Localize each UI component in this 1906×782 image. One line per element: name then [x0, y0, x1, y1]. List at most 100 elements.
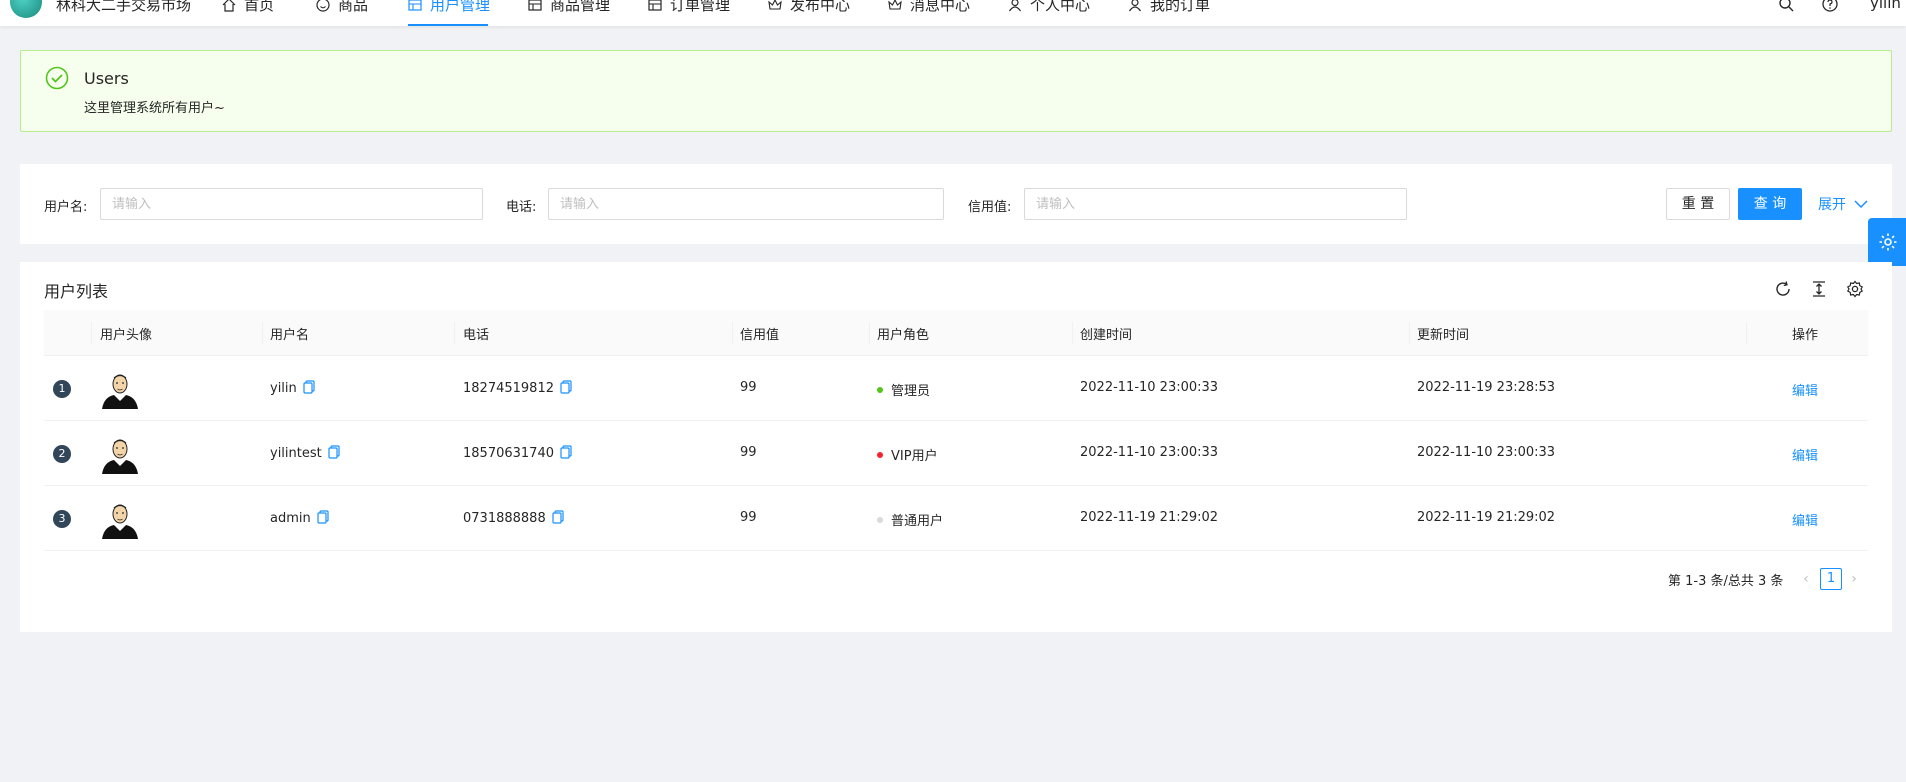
nav-item-order-management[interactable]: 订单管理 — [648, 0, 730, 26]
nav-item-user-management[interactable]: 用户管理 — [408, 0, 490, 26]
username-input[interactable] — [100, 188, 483, 220]
nav-item-label: 消息中心 — [910, 0, 971, 14]
column-separator — [1746, 322, 1747, 344]
copy-icon[interactable] — [303, 380, 315, 394]
credit-cell: 99 — [740, 380, 757, 395]
phone-label: 电话: — [506, 200, 537, 215]
username-cell: yilin — [270, 380, 315, 396]
nav-item-label: 商品 — [338, 0, 369, 14]
nav-item-goods[interactable]: 商品 — [316, 0, 368, 26]
edit-link[interactable]: 编辑 — [1792, 510, 1818, 529]
column-separator — [262, 322, 263, 344]
column-phone[interactable]: 电话 — [463, 324, 489, 343]
copy-icon[interactable] — [328, 445, 340, 459]
nav-item-label: 我的订单 — [1150, 0, 1211, 14]
username-cell: yilintest — [270, 445, 340, 461]
username-cell: admin — [270, 510, 329, 526]
column-username[interactable]: 用户名 — [270, 324, 309, 343]
username-text: admin — [270, 511, 311, 526]
phone-input[interactable] — [548, 188, 944, 220]
setting-icon[interactable] — [1846, 280, 1864, 298]
reload-icon[interactable] — [1774, 280, 1792, 298]
updated-time-cell: 2022-11-19 23:28:53 — [1417, 380, 1556, 395]
help-icon[interactable] — [1822, 0, 1838, 12]
username-text: yilin — [270, 381, 297, 396]
column-role[interactable]: 用户角色 — [877, 324, 929, 343]
role-status-dot — [877, 452, 883, 458]
column-created-time[interactable]: 创建时间 — [1080, 324, 1132, 343]
active-nav-indicator — [408, 24, 488, 26]
search-form: 用户名: 电话: 信用值: 重 置 查 询 展开 — [20, 164, 1892, 244]
nav-item-home[interactable]: 首页 — [222, 0, 274, 26]
copy-icon[interactable] — [560, 445, 572, 459]
nav-item-personal-center[interactable]: 个人中心 — [1008, 0, 1090, 26]
table-row: 1 yilin 18274519812 99 管理员 2022-11-10 23… — [44, 356, 1868, 421]
role-cell: 管理员 — [877, 380, 930, 399]
column-updated-time[interactable]: 更新时间 — [1417, 324, 1469, 343]
username-label: 用户名: — [44, 200, 88, 215]
column-avatar[interactable]: 用户头像 — [100, 324, 152, 343]
copy-icon[interactable] — [552, 510, 564, 524]
role-cell: 普通用户 — [877, 510, 943, 529]
phone-text: 18274519812 — [463, 381, 554, 396]
brand-title[interactable]: 林科大二手交易市场 — [56, 0, 191, 15]
alert-description: 这里管理系统所有用户~ — [84, 101, 225, 116]
logo[interactable] — [10, 0, 42, 18]
nav-item-label: 发布中心 — [790, 0, 851, 14]
smile-icon — [316, 0, 330, 12]
nav-item-label: 首页 — [244, 0, 275, 14]
role-status-dot — [877, 387, 883, 393]
column-separator — [869, 322, 870, 344]
nav-item-message-center[interactable]: 消息中心 — [888, 0, 970, 26]
nav-item-my-orders[interactable]: 我的订单 — [1128, 0, 1210, 26]
updated-time-cell: 2022-11-19 21:29:02 — [1417, 510, 1556, 525]
credit-input[interactable] — [1024, 188, 1407, 220]
edit-link[interactable]: 编辑 — [1792, 445, 1818, 464]
info-alert: Users 这里管理系统所有用户~ — [20, 50, 1892, 132]
column-credit[interactable]: 信用值 — [740, 324, 779, 343]
edit-link[interactable]: 编辑 — [1792, 380, 1818, 399]
copy-icon[interactable] — [560, 380, 572, 394]
nav-item-label: 商品管理 — [550, 0, 611, 14]
pagination-page-1[interactable]: 1 — [1820, 568, 1842, 590]
table-icon — [648, 0, 662, 11]
credit-cell: 99 — [740, 510, 757, 525]
phone-text: 0731888888 — [463, 511, 546, 526]
copy-icon[interactable] — [317, 510, 329, 524]
reset-button[interactable]: 重 置 — [1666, 188, 1730, 220]
column-separator — [454, 322, 455, 344]
user-avatar[interactable] — [100, 499, 140, 539]
nav-item-goods-management[interactable]: 商品管理 — [528, 0, 610, 26]
created-time-cell: 2022-11-10 23:00:33 — [1080, 445, 1219, 460]
pagination-next-button[interactable]: › — [1846, 568, 1862, 590]
query-button[interactable]: 查 询 — [1738, 188, 1802, 220]
column-separator — [91, 322, 92, 344]
phone-cell: 18570631740 — [463, 445, 572, 461]
user-icon — [1129, 0, 1141, 12]
column-height-icon[interactable] — [1810, 280, 1828, 298]
role-status-dot — [877, 517, 883, 523]
pagination-summary: 第 1-3 条/总共 3 条 — [1668, 574, 1784, 589]
user-table-card: 用户列表 用户头像 用户名 电话 信用值 用户角色 创建时间 更新时间 操作 1… — [20, 262, 1892, 632]
search-icon[interactable] — [1778, 0, 1794, 12]
current-username[interactable]: yilin — [1870, 0, 1901, 12]
gear-icon — [1879, 233, 1897, 251]
nav-item-label: 个人中心 — [1030, 0, 1091, 14]
settings-drawer-handle[interactable] — [1868, 218, 1906, 266]
table-icon — [528, 0, 542, 11]
expand-toggle[interactable]: 展开 — [1818, 194, 1868, 214]
phone-cell: 18274519812 — [463, 380, 572, 396]
role-text: 普通用户 — [891, 514, 944, 529]
user-avatar[interactable] — [100, 369, 140, 409]
created-time-cell: 2022-11-19 21:29:02 — [1080, 510, 1219, 525]
nav-item-publish-center[interactable]: 发布中心 — [768, 0, 850, 26]
table-row: 2 yilintest 18570631740 99 VIP用户 2022-11… — [44, 421, 1868, 486]
nav-item-label: 订单管理 — [670, 0, 731, 14]
role-cell: VIP用户 — [877, 445, 938, 464]
row-index-badge: 3 — [53, 510, 71, 528]
user-avatar[interactable] — [100, 434, 140, 474]
row-index-badge: 1 — [53, 380, 71, 398]
role-text: VIP用户 — [891, 449, 938, 464]
pagination-prev-button[interactable]: ‹ — [1798, 568, 1814, 590]
user-icon — [1009, 0, 1021, 12]
